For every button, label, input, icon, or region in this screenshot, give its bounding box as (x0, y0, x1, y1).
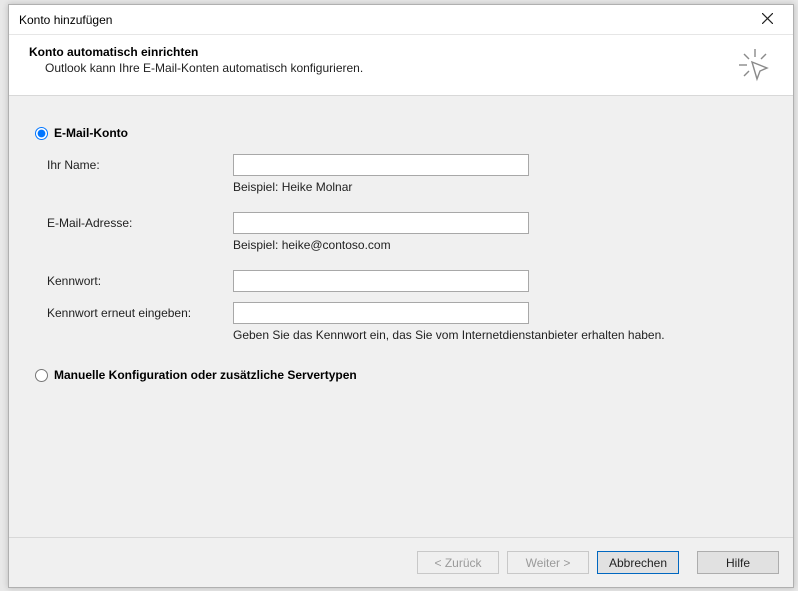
window-title: Konto hinzufügen (19, 13, 112, 27)
dialog-footer: < Zurück Weiter > Abbrechen Hilfe (9, 537, 793, 587)
row-email: E-Mail-Adresse: (47, 212, 771, 234)
close-button[interactable] (747, 6, 787, 34)
cursor-click-icon (737, 47, 773, 83)
dialog-header: Konto automatisch einrichten Outlook kan… (9, 35, 793, 96)
radio-manual-label: Manuelle Konfiguration oder zusätzliche … (54, 368, 357, 382)
label-email: E-Mail-Adresse: (47, 216, 233, 230)
input-name[interactable] (233, 154, 529, 176)
radio-email-account-label: E-Mail-Konto (54, 126, 128, 140)
next-button: Weiter > (507, 551, 589, 574)
option-email-account[interactable]: E-Mail-Konto (35, 126, 771, 140)
add-account-dialog: Konto hinzufügen Konto automatisch einri… (8, 4, 794, 588)
titlebar: Konto hinzufügen (9, 5, 793, 35)
hint-password: Geben Sie das Kennwort ein, das Sie vom … (233, 328, 771, 342)
input-email[interactable] (233, 212, 529, 234)
input-password-confirm[interactable] (233, 302, 529, 324)
dialog-content: E-Mail-Konto Ihr Name: Beispiel: Heike M… (9, 96, 793, 537)
header-heading: Konto automatisch einrichten (29, 45, 363, 59)
email-form: Ihr Name: Beispiel: Heike Molnar E-Mail-… (47, 154, 771, 342)
row-password-confirm: Kennwort erneut eingeben: (47, 302, 771, 324)
row-name: Ihr Name: (47, 154, 771, 176)
radio-manual[interactable] (35, 369, 48, 382)
input-password[interactable] (233, 270, 529, 292)
cancel-button[interactable]: Abbrechen (597, 551, 679, 574)
label-password-confirm: Kennwort erneut eingeben: (47, 306, 233, 320)
close-icon (762, 13, 773, 27)
option-manual[interactable]: Manuelle Konfiguration oder zusätzliche … (35, 368, 771, 382)
header-subheading: Outlook kann Ihre E-Mail-Konten automati… (45, 61, 363, 75)
back-button: < Zurück (417, 551, 499, 574)
header-text: Konto automatisch einrichten Outlook kan… (29, 45, 363, 75)
radio-email-account[interactable] (35, 127, 48, 140)
label-name: Ihr Name: (47, 158, 233, 172)
hint-email: Beispiel: heike@contoso.com (233, 238, 771, 252)
hint-name: Beispiel: Heike Molnar (233, 180, 771, 194)
help-button[interactable]: Hilfe (697, 551, 779, 574)
row-password: Kennwort: (47, 270, 771, 292)
label-password: Kennwort: (47, 274, 233, 288)
